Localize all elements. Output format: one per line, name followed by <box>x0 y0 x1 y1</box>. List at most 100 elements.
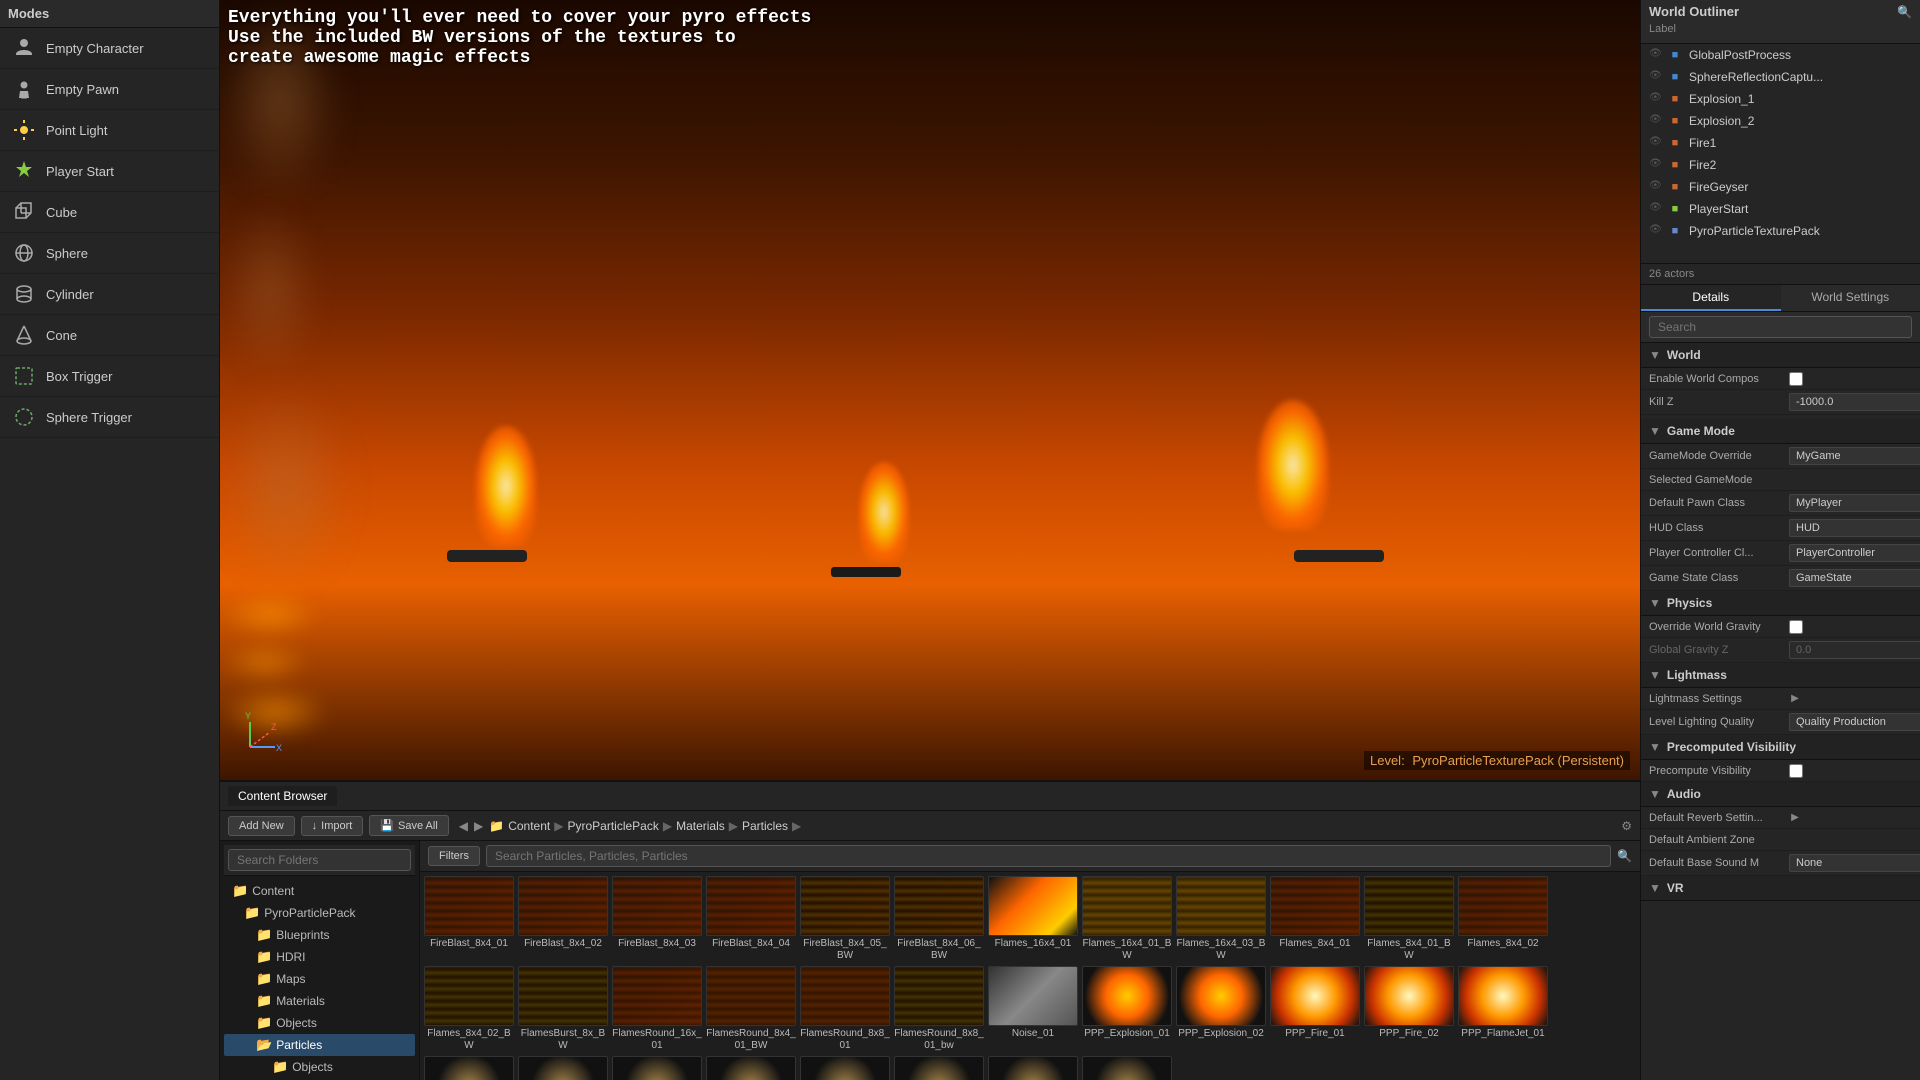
asset-flamesround-3[interactable]: FlamesRound_8x8_01 <box>800 966 890 1052</box>
outliner-item-globalpost[interactable]: 👁 ■ GlobalPostProcess <box>1641 44 1920 66</box>
prop-input-player-controller[interactable] <box>1789 544 1920 562</box>
asset-smoke-6[interactable]: PPP_Particle_01_Smoke_2_A <box>894 1056 984 1080</box>
asset-flames-1[interactable]: Flames_16x4_01 <box>988 876 1078 962</box>
section-physics[interactable]: ▼ Physics <box>1641 591 1920 616</box>
asset-smoke-2[interactable]: PPP_Particle_01_Smoke_02 <box>518 1056 608 1080</box>
asset-fireblast-3[interactable]: FireBlast_8x4_03 <box>612 876 702 962</box>
reverb-expand-arrow[interactable]: ▶ <box>1789 812 1801 823</box>
outliner-item-sphere[interactable]: 👁 ■ SphereReflectionCaptu... <box>1641 66 1920 88</box>
asset-blast-2[interactable]: PPP_Particle_01_Blast_01_Add <box>1082 1056 1172 1080</box>
prop-checkbox-world-compos[interactable] <box>1789 372 1803 386</box>
actor-item-sphere[interactable]: Sphere <box>0 233 219 274</box>
outliner-item-explosion1[interactable]: 👁 ■ Explosion_1 <box>1641 88 1920 110</box>
asset-fireblast-1[interactable]: FireBlast_8x4_01 <box>424 876 514 962</box>
tab-details[interactable]: Details <box>1641 285 1781 311</box>
section-vr[interactable]: ▼ VR <box>1641 876 1920 901</box>
asset-flames-7[interactable]: Flames_8x4_02_BW <box>424 966 514 1052</box>
sidebar-objects[interactable]: 📁 Objects <box>224 1012 415 1034</box>
asset-fire-2[interactable]: PPP_Fire_02 <box>1364 966 1454 1052</box>
details-search-input[interactable] <box>1649 316 1912 338</box>
asset-flames-3[interactable]: Flames_16x4_03_BW <box>1176 876 1266 962</box>
asset-fire-1[interactable]: PPP_Fire_01 <box>1270 966 1360 1052</box>
asset-flames-6[interactable]: Flames_8x4_02 <box>1458 876 1548 962</box>
outliner-item-pyropack[interactable]: 👁 ■ PyroParticleTexturePack <box>1641 220 1920 242</box>
prop-checkbox-gravity[interactable] <box>1789 620 1803 634</box>
asset-flamesround-bw[interactable]: FlamesRound_8x8_01_bw <box>894 966 984 1052</box>
nav-forward-icon[interactable]: ▶ <box>474 819 483 833</box>
asset-explosion-2[interactable]: PPP_Explosion_02 <box>1176 966 1266 1052</box>
outliner-item-explosion2[interactable]: 👁 ■ Explosion_2 <box>1641 110 1920 132</box>
sidebar-pyropack[interactable]: 📁 PyroParticlePack <box>224 902 415 924</box>
asset-flamesround-2[interactable]: FlamesRound_8x4_01_BW <box>706 966 796 1052</box>
actor-item-player-start[interactable]: Player Start <box>0 151 219 192</box>
outliner-item-firegeyser[interactable]: 👁 ■ FireGeyser <box>1641 176 1920 198</box>
actor-item-cone[interactable]: Cone <box>0 315 219 356</box>
actor-item-box-trigger[interactable]: Box Trigger <box>0 356 219 397</box>
prop-checkbox-precompute[interactable] <box>1789 764 1803 778</box>
prop-input-hud[interactable] <box>1789 519 1920 537</box>
outliner-item-fire2[interactable]: 👁 ■ Fire2 <box>1641 154 1920 176</box>
sidebar-materials[interactable]: 📁 Materials <box>224 990 415 1012</box>
asset-flamesround-1[interactable]: FlamesRound_16x_01 <box>612 966 702 1052</box>
section-lightmass[interactable]: ▼ Lightmass <box>1641 663 1920 688</box>
asset-smoke-5[interactable]: PPP_Particle_01_Smoke_04_Add <box>800 1056 890 1080</box>
filter-button[interactable]: Filters <box>428 846 480 866</box>
sidebar-particles[interactable]: 📂 Particles <box>224 1034 415 1056</box>
asset-smoke-1[interactable]: PPP_Particle_01_Smoke_01 <box>424 1056 514 1080</box>
sidebar-maps[interactable]: 📁 Maps <box>224 968 415 990</box>
prop-input-game-state[interactable] <box>1789 569 1920 587</box>
actor-item-empty-pawn[interactable]: Empty Pawn <box>0 69 219 110</box>
asset-explosion-1[interactable]: PPP_Explosion_01 <box>1082 966 1172 1052</box>
asset-blast-1[interactable]: PPP_Particle_01_Blast_01 <box>988 1056 1078 1080</box>
add-new-button[interactable]: Add New <box>228 816 295 836</box>
asset-noise[interactable]: Noise_01 <box>988 966 1078 1052</box>
outliner-search-icon[interactable]: 🔍 <box>1897 5 1912 19</box>
actor-item-cube[interactable]: Cube <box>0 192 219 233</box>
asset-fireblast-2[interactable]: FireBlast_8x4_02 <box>518 876 608 962</box>
asset-smoke-4[interactable]: PPP_Particle_01_Smoke_03_A <box>706 1056 796 1080</box>
tab-world-settings[interactable]: World Settings <box>1781 285 1920 311</box>
prop-input-default-pawn[interactable] <box>1789 494 1920 512</box>
search-icon[interactable]: 🔍 <box>1617 849 1632 863</box>
sidebar-blueprints[interactable]: 📁 Blueprints <box>224 924 415 946</box>
breadcrumb-materials[interactable]: Materials <box>676 819 725 833</box>
folder-search-input[interactable] <box>228 849 411 871</box>
cb-settings-icon[interactable]: ⚙ <box>1621 819 1632 833</box>
asset-fireblast-4[interactable]: FireBlast_8x4_04 <box>706 876 796 962</box>
outliner-item-fire1[interactable]: 👁 ■ Fire1 <box>1641 132 1920 154</box>
asset-flames-2[interactable]: Flames_16x4_01_BW <box>1082 876 1172 962</box>
section-gamemode[interactable]: ▼ Game Mode <box>1641 419 1920 444</box>
sidebar-objects-sub[interactable]: 📁 Objects <box>224 1056 415 1078</box>
viewport[interactable]: Everything you'll ever need to cover you… <box>220 0 1640 780</box>
save-all-button[interactable]: 💾 Save All <box>369 815 448 836</box>
lightmass-expand-arrow[interactable]: ▶ <box>1789 693 1801 704</box>
section-audio[interactable]: ▼ Audio <box>1641 782 1920 807</box>
actor-item-sphere-trigger[interactable]: Sphere Trigger <box>0 397 219 438</box>
breadcrumb-particles[interactable]: Particles <box>742 819 788 833</box>
asset-fireblast-6[interactable]: FireBlast_8x4_06_BW <box>894 876 984 962</box>
breadcrumb-content[interactable]: Content <box>508 819 550 833</box>
breadcrumb-pyropack[interactable]: PyroParticlePack <box>567 819 658 833</box>
asset-search-input[interactable] <box>486 845 1611 867</box>
content-browser-tab[interactable]: Content Browser <box>228 786 337 806</box>
prop-input-kill-z[interactable] <box>1789 393 1920 411</box>
prop-input-gravity[interactable] <box>1789 641 1920 659</box>
sidebar-hdri[interactable]: 📁 HDRI <box>224 946 415 968</box>
sidebar-content[interactable]: 📁 Content <box>224 880 415 902</box>
section-precomputed[interactable]: ▼ Precomputed Visibility <box>1641 735 1920 760</box>
actor-item-cylinder[interactable]: Cylinder <box>0 274 219 315</box>
asset-flames-4[interactable]: Flames_8x4_01 <box>1270 876 1360 962</box>
outliner-item-playerstart[interactable]: 👁 ■ PlayerStart <box>1641 198 1920 220</box>
import-button[interactable]: ↓ Import <box>301 816 364 836</box>
prop-input-level-lighting[interactable] <box>1789 713 1920 731</box>
prop-input-gamemode[interactable] <box>1789 447 1920 465</box>
asset-flames-5[interactable]: Flames_8x4_01_BW <box>1364 876 1454 962</box>
asset-flamejet[interactable]: PPP_FlameJet_01 <box>1458 966 1548 1052</box>
prop-input-sound[interactable] <box>1789 854 1920 872</box>
asset-fireblast-5[interactable]: FireBlast_8x4_05_BW <box>800 876 890 962</box>
actor-item-point-light[interactable]: Point Light <box>0 110 219 151</box>
nav-back-icon[interactable]: ◀ <box>459 819 468 833</box>
section-world[interactable]: ▼ World <box>1641 343 1920 368</box>
asset-flamesburst[interactable]: FlamesBurst_8x_BW <box>518 966 608 1052</box>
actor-item-empty-character[interactable]: Empty Character <box>0 28 219 69</box>
